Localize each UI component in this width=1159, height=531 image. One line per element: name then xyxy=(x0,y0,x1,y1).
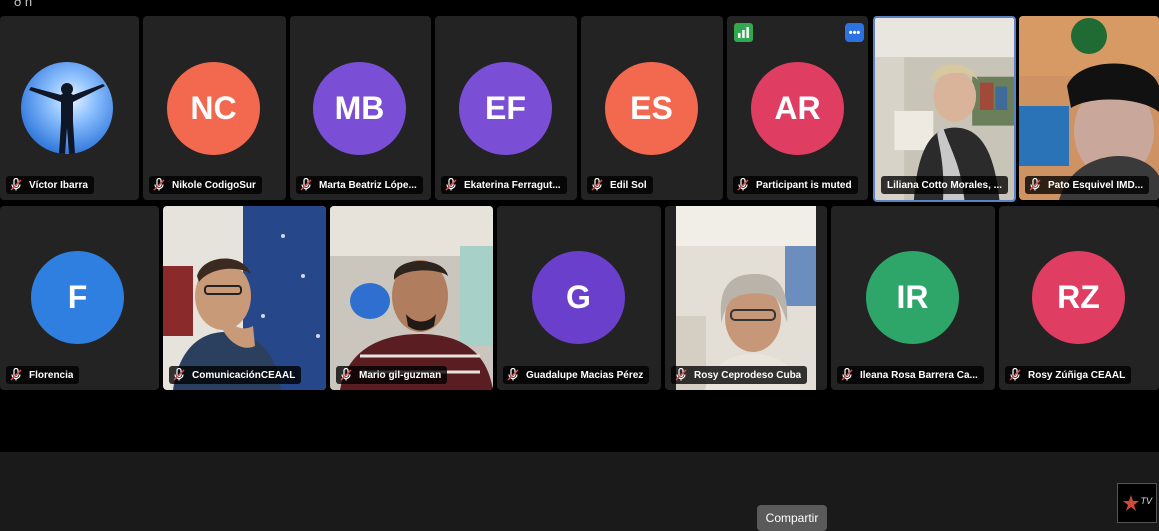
participant-tile[interactable]: ComunicaciónCEAAL xyxy=(163,206,326,390)
participant-name-tag: Rosy Zúñiga CEAAL xyxy=(1005,366,1132,384)
logo-tv-label: TV xyxy=(1140,496,1152,506)
channel-logo: TV xyxy=(1117,483,1157,523)
video-feed xyxy=(163,206,326,390)
muted-mic-icon xyxy=(300,178,312,191)
initials-avatar: EF xyxy=(459,62,552,155)
participant-tile[interactable]: Rosy Ceprodeso Cuba xyxy=(665,206,827,390)
initials-avatar: MB xyxy=(313,62,406,155)
video-feed xyxy=(330,206,493,390)
participant-name: Ekaterina Ferragut... xyxy=(464,179,561,191)
initials-avatar: AR xyxy=(751,62,844,155)
more-options-icon[interactable]: ••• xyxy=(845,23,864,42)
participant-name-tag: Guadalupe Macias Pérez xyxy=(503,366,650,384)
muted-mic-icon xyxy=(340,368,352,381)
bottom-area xyxy=(0,452,1159,527)
muted-mic-icon xyxy=(1009,368,1021,381)
participant-name: Liliana Cotto Morales, ... xyxy=(887,179,1003,191)
participant-name: ComunicaciónCEAAL xyxy=(192,369,296,381)
initials-avatar: G xyxy=(532,251,625,344)
muted-mic-icon xyxy=(675,368,687,381)
participant-name-tag: Víctor Ibarra xyxy=(6,176,94,194)
muted-mic-icon xyxy=(507,368,519,381)
participant-name: Nikole CodigoSur xyxy=(172,179,256,191)
participant-name-tag: Mario gil-guzman xyxy=(336,366,448,384)
participant-name: Mario gil-guzman xyxy=(359,369,442,381)
muted-mic-icon xyxy=(737,178,749,191)
muted-mic-icon xyxy=(1029,178,1041,191)
participant-name-tag: Marta Beatriz Lópe... xyxy=(296,176,423,194)
top-bar: ð ñ xyxy=(0,0,1159,10)
participant-tile[interactable]: NC Nikole CodigoSur xyxy=(143,16,286,200)
muted-mic-icon xyxy=(445,178,457,191)
participant-name: Rosy Zúñiga CEAAL xyxy=(1028,369,1126,381)
participant-name: Rosy Ceprodeso Cuba xyxy=(694,369,802,381)
logo-icon xyxy=(1123,495,1139,511)
muted-mic-icon xyxy=(173,368,185,381)
participant-tile[interactable]: Mario gil-guzman xyxy=(330,206,493,390)
participant-name: Ileana Rosa Barrera Ca... xyxy=(860,369,978,381)
muted-mic-icon xyxy=(10,368,22,381)
participant-tile[interactable]: ES Edil Sol xyxy=(581,16,723,200)
participant-name: Víctor Ibarra xyxy=(29,179,88,191)
participant-tile[interactable]: AR Participant is muted xyxy=(727,16,868,200)
share-button[interactable]: Compartir xyxy=(757,505,827,531)
participant-name-tag: Rosy Ceprodeso Cuba xyxy=(671,366,808,384)
participant-tile[interactable]: EF Ekaterina Ferragut... xyxy=(435,16,577,200)
participant-tile[interactable]: Liliana Cotto Morales, ... xyxy=(873,16,1016,202)
stats-icon[interactable] xyxy=(734,23,753,42)
participant-name-tag: Participant is muted xyxy=(733,176,858,194)
participant-name-tag: ComunicaciónCEAAL xyxy=(169,366,302,384)
muted-mic-icon xyxy=(841,368,853,381)
participant-tile[interactable]: G Guadalupe Macias Pérez xyxy=(497,206,661,390)
video-feed xyxy=(665,206,827,390)
participant-tile[interactable]: F Florencia xyxy=(0,206,159,390)
top-bar-glyph: ð ñ xyxy=(14,0,33,9)
muted-mic-icon xyxy=(10,178,22,191)
participant-tile[interactable]: Pato Esquivel IMD... xyxy=(1019,16,1159,200)
participant-name-tag: Nikole CodigoSur xyxy=(149,176,262,194)
participant-tile[interactable]: RZ Rosy Zúñiga CEAAL xyxy=(999,206,1159,390)
profile-photo-avatar xyxy=(21,62,113,154)
muted-mic-icon xyxy=(153,178,165,191)
initials-avatar: ES xyxy=(605,62,698,155)
participant-name-tag: Liliana Cotto Morales, ... xyxy=(881,176,1009,194)
initials-avatar: RZ xyxy=(1032,251,1125,344)
participant-tile[interactable]: MB Marta Beatriz Lópe... xyxy=(290,16,431,200)
participant-name: Florencia xyxy=(29,369,74,381)
initials-avatar: IR xyxy=(866,251,959,344)
participant-name-tag: Pato Esquivel IMD... xyxy=(1025,176,1150,194)
participant-name: Edil Sol xyxy=(610,179,647,191)
initials-avatar: F xyxy=(31,251,124,344)
participant-name: Guadalupe Macias Pérez xyxy=(526,369,644,381)
participant-name: Pato Esquivel IMD... xyxy=(1048,179,1144,191)
participant-name: Marta Beatriz Lópe... xyxy=(319,179,417,191)
participant-name-tag: Edil Sol xyxy=(587,176,653,194)
participant-name-tag: Florencia xyxy=(6,366,80,384)
participant-name-tag: Ekaterina Ferragut... xyxy=(441,176,567,194)
participant-name: Participant is muted xyxy=(756,179,852,191)
participant-name-tag: Ileana Rosa Barrera Ca... xyxy=(837,366,984,384)
video-feed xyxy=(1019,16,1159,200)
initials-avatar: NC xyxy=(167,62,260,155)
muted-mic-icon xyxy=(591,178,603,191)
video-feed xyxy=(875,18,1014,200)
participant-tile[interactable]: Víctor Ibarra xyxy=(0,16,139,200)
participant-tile[interactable]: IR Ileana Rosa Barrera Ca... xyxy=(831,206,995,390)
